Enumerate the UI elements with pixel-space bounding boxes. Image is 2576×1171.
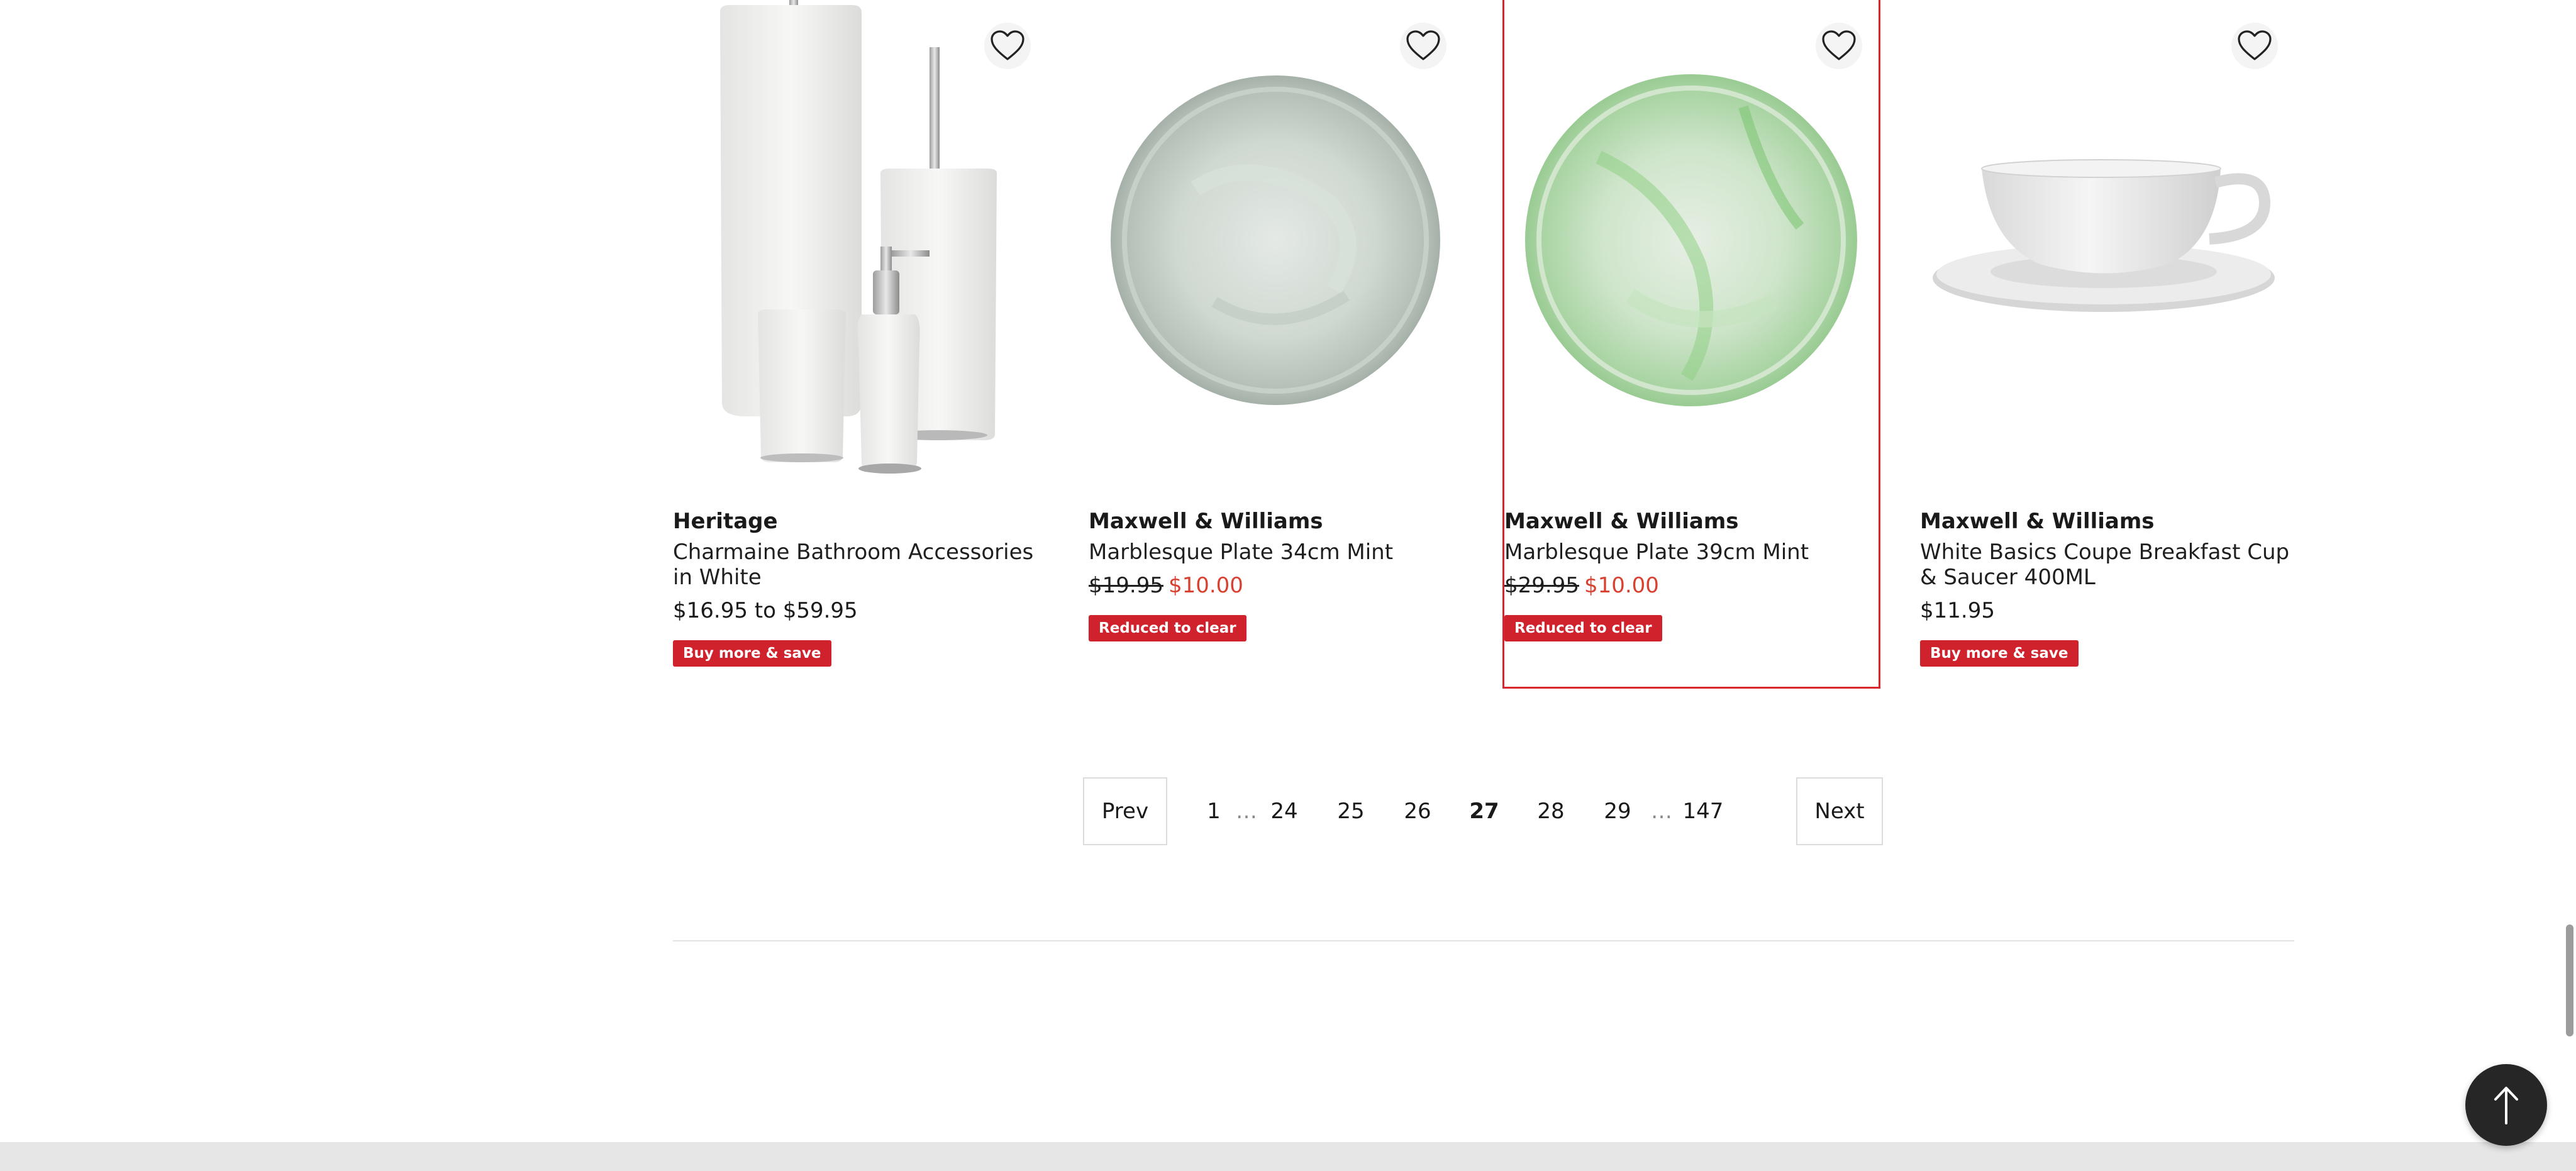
promo-badge: Buy more & save	[1920, 640, 2079, 667]
product-title[interactable]: Marblesque Plate 39cm Mint	[1504, 540, 1879, 565]
cup-and-saucer-image	[1933, 159, 2275, 312]
promo-badge: Reduced to clear	[1504, 615, 1662, 641]
current-page: 27	[1469, 799, 1499, 824]
product-card[interactable]: Maxwell & Williams Marblesque Plate 39cm…	[1502, 0, 1880, 689]
product-brand[interactable]: Maxwell & Williams	[1504, 508, 1879, 535]
mint-plate-image	[1525, 74, 1857, 406]
product-title[interactable]: Charmaine Bathroom Accessories in White	[673, 540, 1047, 590]
page-link-28[interactable]: 28	[1526, 777, 1576, 845]
page-link-24[interactable]: 24	[1259, 777, 1309, 845]
product-price: $19.95 $10.00	[1089, 572, 1463, 599]
product-card[interactable]: Maxwell & Williams Marblesque Plate 34cm…	[1089, 0, 1463, 687]
product-title[interactable]: Marblesque Plate 34cm Mint	[1089, 540, 1463, 565]
favorite-button[interactable]	[984, 23, 1031, 69]
favorite-button[interactable]	[1400, 23, 1446, 69]
promo-badge: Reduced to clear	[1089, 615, 1246, 641]
bathroom-accessories-set-image	[719, 0, 997, 474]
product-brand[interactable]: Heritage	[673, 508, 1047, 535]
back-to-top-button[interactable]	[2465, 1064, 2547, 1146]
product-card[interactable]: Maxwell & Williams White Basics Coupe Br…	[1920, 0, 2294, 687]
product-info: Maxwell & Williams Marblesque Plate 34cm…	[1089, 508, 1463, 641]
product-price: $29.95 $10.00	[1504, 572, 1879, 599]
product-image[interactable]	[1089, 0, 1463, 491]
sale-price: $10.00	[1584, 573, 1659, 598]
heart-icon	[1822, 30, 1856, 60]
pagination-ellipsis: …	[1236, 799, 1257, 824]
heart-icon	[2238, 30, 2272, 60]
favorite-button[interactable]	[2231, 23, 2278, 69]
promo-badge: Buy more & save	[673, 640, 831, 667]
mint-plate-image	[1111, 75, 1440, 405]
product-price: $16.95 to $59.95	[673, 598, 858, 623]
heart-icon	[991, 30, 1024, 60]
prev-page-button[interactable]: Prev	[1083, 777, 1167, 845]
product-brand[interactable]: Maxwell & Williams	[1920, 508, 2294, 535]
arrow-up-icon	[2494, 1087, 2518, 1124]
product-info: Maxwell & Williams Marblesque Plate 39cm…	[1504, 508, 1879, 641]
product-price: $11.95	[1920, 598, 1995, 623]
product-info: Maxwell & Williams White Basics Coupe Br…	[1920, 508, 2294, 667]
scrollbar[interactable]	[2562, 0, 2576, 1171]
product-title[interactable]: White Basics Coupe Breakfast Cup & Sauce…	[1920, 540, 2294, 590]
product-info: Heritage Charmaine Bathroom Accessories …	[673, 508, 1047, 667]
pagination: Prev 1 … 24 25 26 27 28 29 … 147 Next	[1083, 777, 1883, 845]
was-price: $19.95	[1089, 573, 1163, 598]
product-image[interactable]	[1504, 0, 1879, 491]
section-divider	[673, 940, 2294, 941]
product-image[interactable]	[1920, 0, 2294, 491]
favorite-button[interactable]	[1816, 23, 1862, 69]
product-card[interactable]: Heritage Charmaine Bathroom Accessories …	[673, 0, 1047, 687]
footer	[0, 1142, 2576, 1171]
sale-price: $10.00	[1168, 573, 1243, 598]
page-link-1[interactable]: 1	[1195, 777, 1233, 845]
heart-icon	[1406, 30, 1440, 60]
page-link-29[interactable]: 29	[1592, 777, 1643, 845]
page-link-25[interactable]: 25	[1326, 777, 1376, 845]
pagination-ellipsis: …	[1651, 799, 1672, 824]
next-page-button[interactable]: Next	[1796, 777, 1883, 845]
page-link-147[interactable]: 147	[1672, 777, 1735, 845]
was-price: $29.95	[1504, 573, 1579, 598]
product-brand[interactable]: Maxwell & Williams	[1089, 508, 1463, 535]
product-image[interactable]	[673, 0, 1047, 491]
product-grid: Heritage Charmaine Bathroom Accessories …	[673, 0, 2296, 689]
scrollbar-thumb[interactable]	[2566, 924, 2573, 1036]
page-link-26[interactable]: 26	[1392, 777, 1443, 845]
